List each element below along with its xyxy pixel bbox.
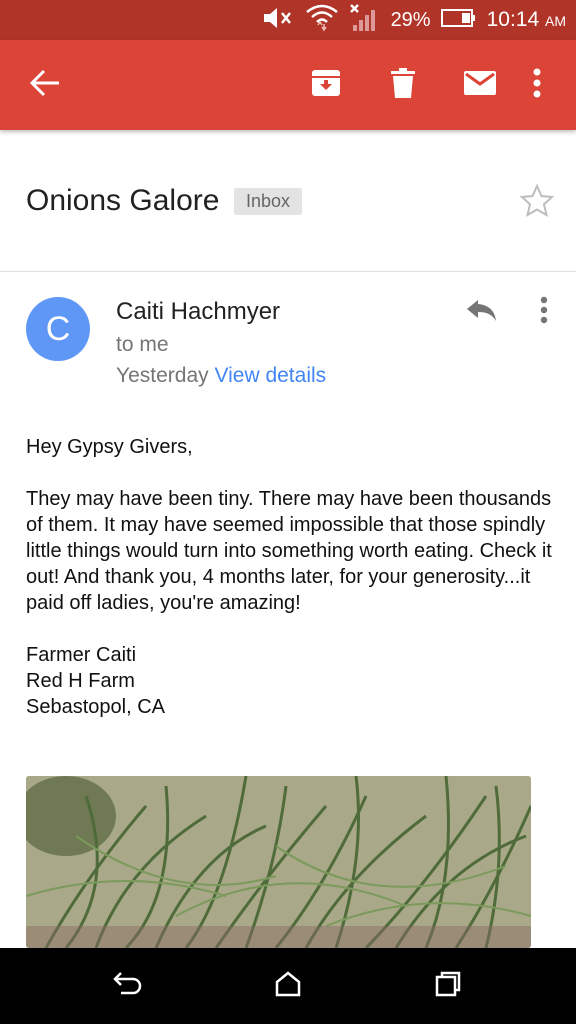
reply-icon	[466, 298, 498, 327]
delete-button[interactable]	[378, 60, 428, 110]
signature-line: Sebastopol, CA	[26, 696, 165, 718]
back-button[interactable]	[20, 60, 70, 110]
status-bar: 29% 10:14 AM	[0, 0, 576, 40]
battery-percent: 29%	[390, 8, 431, 31]
star-icon	[519, 183, 555, 222]
wifi-icon	[305, 3, 339, 38]
reply-button[interactable]	[460, 292, 504, 332]
signature-line: Red H Farm	[26, 670, 135, 692]
mute-icon	[261, 5, 295, 36]
home-icon	[274, 970, 302, 1003]
nav-back-button[interactable]	[108, 966, 148, 1006]
date-line: Yesterday View details	[116, 364, 326, 388]
onion-photo[interactable]	[26, 776, 531, 948]
sender-avatar[interactable]: C	[26, 297, 90, 361]
recipient-text: to me	[116, 333, 169, 356]
signal-icon	[349, 3, 381, 38]
email-date: Yesterday	[116, 364, 209, 387]
trash-icon	[390, 67, 416, 103]
message-more-button[interactable]	[524, 292, 564, 332]
sender-name: Caiti Hachmyer	[116, 298, 281, 325]
email-body: Hey Gypsy Givers, They may have been tin…	[26, 434, 556, 720]
subject-row: Onions Galore Inbox	[0, 131, 576, 272]
greeting: Hey Gypsy Givers,	[26, 436, 193, 458]
arrow-left-icon	[29, 69, 61, 102]
recents-icon	[434, 970, 462, 1003]
mail-icon	[463, 70, 497, 101]
back-icon	[113, 971, 143, 1002]
archive-button[interactable]	[301, 60, 351, 110]
signature: Farmer Caiti Red H Farm Sebastopol, CA	[26, 642, 556, 720]
email-subject: Onions Galore	[26, 184, 220, 217]
body-paragraph: They may have been tiny. There may have …	[26, 488, 552, 614]
star-button[interactable]	[519, 183, 555, 218]
inbox-label-chip[interactable]: Inbox	[234, 188, 303, 215]
view-details-link[interactable]: View details	[214, 364, 326, 387]
signature-line: Farmer Caiti	[26, 644, 137, 666]
clock: 10:14 AM	[486, 8, 566, 31]
archive-icon	[310, 68, 342, 103]
overflow-menu-button[interactable]	[512, 60, 562, 110]
battery-icon	[440, 8, 477, 33]
mark-unread-button[interactable]	[455, 60, 505, 110]
more-vert-icon	[532, 68, 542, 103]
app-bar	[0, 40, 576, 130]
nav-home-button[interactable]	[268, 966, 308, 1006]
navigation-bar	[0, 948, 576, 1024]
more-vert-icon	[539, 296, 549, 329]
nav-recents-button[interactable]	[428, 966, 468, 1006]
